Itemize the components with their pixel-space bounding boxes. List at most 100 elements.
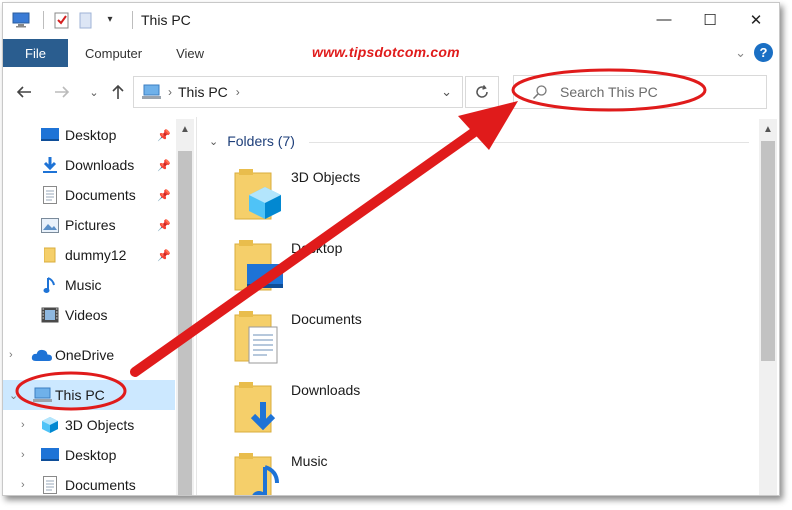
address-bar[interactable]: › This PC › ⌄ [133,76,463,108]
minimize-button[interactable]: — [641,3,687,36]
tab-computer[interactable]: Computer [68,46,159,61]
address-row: ⌄ › This PC › ⌄ [3,73,779,111]
nav-item-pictures[interactable]: Pictures 📌 [3,210,175,240]
documents-icon [41,476,59,494]
pin-icon[interactable]: 📌 [157,219,171,232]
pictures-icon [41,216,59,234]
arrow-left-icon [16,86,31,98]
nav-pane-scrollbar[interactable]: ▲ [176,119,194,495]
folder-3d-objects-icon [234,169,281,220]
this-pc-icon [33,386,53,404]
group-header-folders[interactable]: ⌄ Folders (7) [209,133,749,149]
folder-desktop-icon [234,240,283,291]
breadcrumb-separator: › [168,85,172,99]
recent-locations-chevron-icon[interactable]: ⌄ [83,81,105,103]
pin-icon[interactable]: 📌 [157,159,171,172]
ribbon-right: ⌄ ? [735,43,773,62]
customize-toolbar-chevron-icon[interactable]: ▾ [100,10,120,30]
group-title: Folders (7) [227,133,295,149]
scrollbar-thumb[interactable] [178,151,192,495]
help-button[interactable]: ? [754,43,773,62]
search-input[interactable] [560,84,750,100]
toolbar-divider [43,10,44,29]
window-controls: — ☐ ✕ [641,3,779,36]
content-pane: ⌄ Folders (7) 3D Objects Desktop Documen… [197,117,759,495]
window-title: This PC [141,11,191,28]
folder-documents-icon [234,311,278,364]
computer-icon[interactable] [11,10,31,30]
search-icon [532,84,548,100]
folder-music-icon [234,453,279,495]
arrow-right-icon [55,86,70,98]
content-scrollbar[interactable]: ▲ [759,119,777,495]
address-dropdown-chevron-icon[interactable]: ⌄ [441,84,452,100]
nav-label: Documents [65,477,136,493]
desktop-icon [41,126,59,144]
scroll-up-arrow-icon[interactable]: ▲ [176,121,194,139]
desktop-icon [41,446,59,464]
expand-chevron-icon[interactable]: › [21,419,25,431]
pin-icon[interactable]: 📌 [157,249,171,262]
nav-item-documents-pc[interactable]: › Documents [3,470,175,495]
new-folder-icon[interactable] [76,10,96,30]
nav-label: This PC [55,387,105,403]
folder-label: Documents [291,311,362,327]
nav-item-desktop[interactable]: Desktop 📌 [3,120,175,150]
nav-item-onedrive[interactable]: › OneDrive [3,340,175,370]
up-button[interactable] [107,81,129,103]
refresh-button[interactable] [465,76,499,108]
tab-file[interactable]: File [3,39,68,67]
cube-icon [41,416,59,434]
folder-item-3d-objects[interactable]: 3D Objects [233,167,533,231]
nav-label: Desktop [65,127,117,143]
nav-item-downloads[interactable]: Downloads 📌 [3,150,175,180]
scroll-up-arrow-icon[interactable]: ▲ [759,121,777,139]
nav-label: 3D Objects [65,417,135,433]
breadcrumb-this-pc[interactable]: This PC [178,84,228,100]
arrow-up-icon [112,84,124,99]
watermark-url: www.tipsdotcom.com [312,44,460,60]
expand-chevron-icon[interactable]: › [21,449,25,461]
expand-chevron-icon[interactable]: › [21,479,25,491]
ribbon-tabs: File Computer View www.tipsdotcom.com ⌄ … [3,39,779,67]
maximize-button[interactable]: ☐ [687,3,733,36]
folder-icon [41,246,59,264]
expand-ribbon-chevron-icon[interactable]: ⌄ [735,45,746,61]
properties-icon[interactable] [52,10,72,30]
nav-item-this-pc[interactable]: ⌄ This PC [3,380,175,410]
navigation-pane: Desktop 📌 Downloads 📌 Documents 📌 Pictur… [3,117,175,495]
nav-item-desktop-pc[interactable]: › Desktop [3,440,175,470]
downloads-icon [41,156,59,174]
nav-item-documents[interactable]: Documents 📌 [3,180,175,210]
pin-icon[interactable]: 📌 [157,129,171,142]
tab-view[interactable]: View [159,46,221,61]
folder-downloads-icon [234,382,276,433]
nav-item-music[interactable]: Music [3,270,175,300]
folder-item-desktop[interactable]: Desktop [233,238,533,302]
scrollbar-thumb[interactable] [761,141,775,361]
collapse-chevron-icon[interactable]: ⌄ [9,389,18,402]
nav-label: Desktop [65,447,117,463]
file-explorer-window: ▾ This PC — ☐ ✕ File Computer View www.t… [2,2,780,496]
folder-label: Music [291,453,328,469]
folder-item-music[interactable]: Music [233,451,533,495]
folder-item-documents[interactable]: Documents [233,309,533,373]
close-button[interactable]: ✕ [733,3,779,36]
collapse-chevron-icon[interactable]: ⌄ [209,135,218,148]
forward-button[interactable] [51,81,73,103]
back-button[interactable] [13,81,35,103]
folder-label: 3D Objects [291,169,361,185]
folder-item-downloads[interactable]: Downloads [233,380,533,444]
nav-item-3d-objects[interactable]: › 3D Objects [3,410,175,440]
toolbar-divider [132,10,133,29]
nav-item-dummy12[interactable]: dummy12 📌 [3,240,175,270]
breadcrumb-separator: › [235,85,240,99]
pin-icon[interactable]: 📌 [157,189,171,202]
nav-label: Downloads [65,157,135,173]
search-box[interactable] [513,75,767,109]
nav-label: Music [65,277,102,293]
this-pc-icon [142,84,162,100]
refresh-icon [476,85,488,98]
nav-item-videos[interactable]: Videos [3,300,175,330]
expand-chevron-icon[interactable]: › [9,349,13,361]
